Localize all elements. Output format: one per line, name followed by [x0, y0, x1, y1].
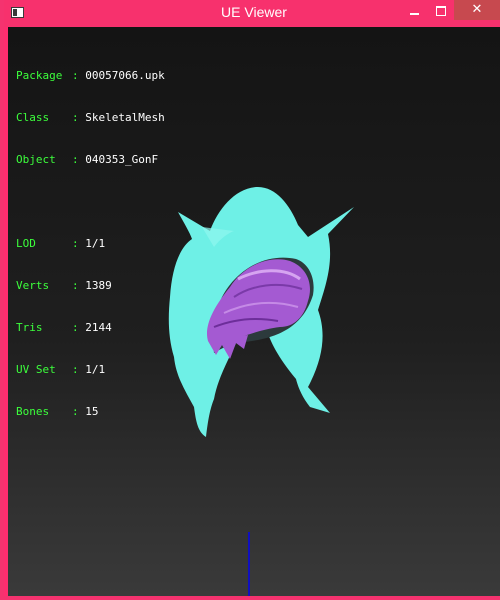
minimize-button[interactable]	[401, 0, 427, 20]
3d-viewport[interactable]: Package: 00057066.upk Class: SkeletalMes…	[8, 27, 500, 596]
axis-line	[248, 532, 250, 596]
title-bar[interactable]: UE Viewer ✕	[4, 0, 500, 27]
skeletal-mesh-render[interactable]	[8, 27, 500, 596]
close-button[interactable]: ✕	[454, 0, 500, 20]
app-window: UE Viewer ✕ Package: 00057066.upk Class:…	[0, 0, 500, 600]
maximize-button[interactable]	[428, 0, 454, 20]
close-icon: ✕	[471, 2, 483, 17]
